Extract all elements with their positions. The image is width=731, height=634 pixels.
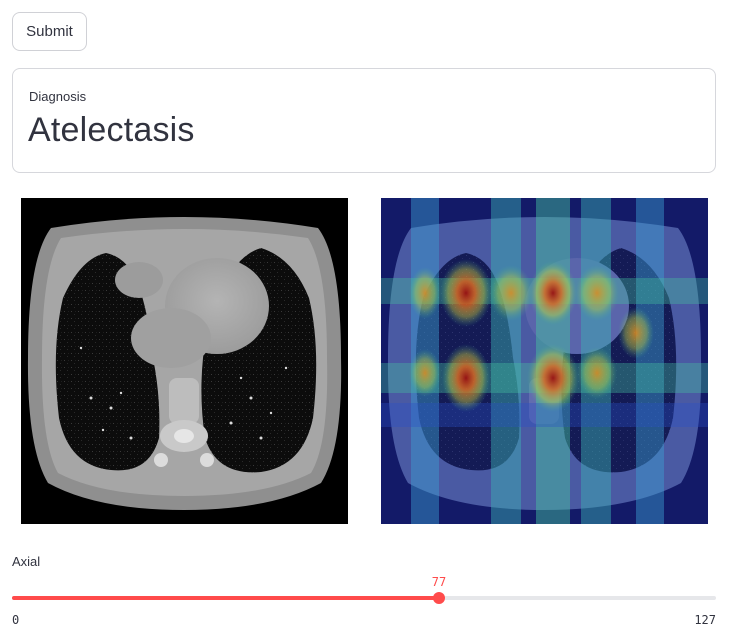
ct-scan-image (21, 198, 348, 524)
axial-slider-label: Axial (12, 554, 41, 569)
diagnosis-label: Diagnosis (29, 89, 87, 104)
diagnosis-value: Atelectasis (28, 111, 195, 149)
heatmap-overlay-image (381, 198, 708, 524)
submit-button[interactable]: Submit (12, 12, 87, 51)
axial-slider-fill (12, 596, 439, 600)
axial-slider-value: 77 (431, 575, 447, 589)
diagnosis-metric: Diagnosis Atelectasis (12, 68, 716, 173)
axial-slider-thumb[interactable] (433, 592, 445, 604)
axial-slider-min: 0 (12, 613, 20, 627)
axial-slider-max: 127 (694, 613, 716, 627)
